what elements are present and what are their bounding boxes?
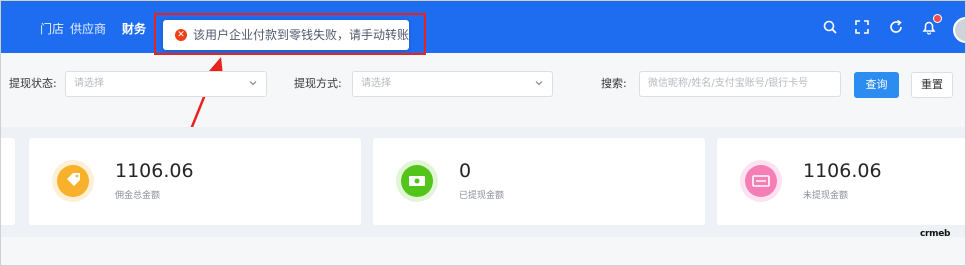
stats-band: 1106.06 佣金总金额 0 已提现金额 1106.06 未提现金额 <box>1 127 965 237</box>
stat-value-total: 1106.06 <box>115 160 194 182</box>
stat-label-withdrawn: 已提现金额 <box>459 191 505 201</box>
method-select[interactable]: 请选择 <box>352 71 553 97</box>
status-placeholder: 请选择 <box>74 78 104 89</box>
search-icon[interactable] <box>820 17 840 37</box>
top-navbar: 门店 供应商 财务 <box>1 1 965 53</box>
chevron-down-icon <box>249 81 257 86</box>
stat-card-total: 1106.06 佣金总金额 <box>29 138 361 225</box>
reset-button[interactable]: 重置 <box>911 72 953 98</box>
query-button[interactable]: 查询 <box>854 72 899 98</box>
page: 门店 供应商 财务 ✕ 该用户企业付款到零钱失败，请手动转账 提现状态: 请选择… <box>0 0 966 266</box>
search-label: 搜索: <box>601 77 627 90</box>
filter-bar: 提现状态: 请选择 提现方式: 请选择 搜索: 微信昵称/姓名/支付宝账号/银行… <box>1 71 965 111</box>
stat-card-unwithdrawn: 1106.06 未提现金额 <box>717 138 965 225</box>
stat-label-unwithdrawn: 未提现金额 <box>803 191 849 201</box>
refresh-icon[interactable] <box>886 17 906 37</box>
stat-card-withdrawn: 0 已提现金额 <box>373 138 705 225</box>
chevron-down-icon <box>535 81 543 86</box>
fullscreen-icon[interactable] <box>852 17 872 37</box>
wallet-icon <box>740 160 782 202</box>
stat-label-total: 佣金总金额 <box>115 191 161 201</box>
nav-item-finance[interactable]: 财务 <box>122 1 146 53</box>
stat-card-partial <box>1 138 15 225</box>
avatar[interactable] <box>953 17 965 43</box>
notification-badge <box>933 14 942 23</box>
tag-icon <box>52 160 94 202</box>
status-label: 提现状态: <box>9 77 57 90</box>
search-placeholder: 微信昵称/姓名/支付宝账号/银行卡号 <box>648 78 809 89</box>
status-select[interactable]: 请选择 <box>65 71 267 97</box>
nav-item-store[interactable]: 门店 <box>40 1 64 53</box>
nav-item-supplier[interactable]: 供应商 <box>70 1 106 53</box>
money-icon <box>396 160 438 202</box>
search-input[interactable]: 微信昵称/姓名/支付宝账号/银行卡号 <box>639 71 841 97</box>
method-placeholder: 请选择 <box>361 78 391 89</box>
annotation-highlight-box <box>154 13 426 55</box>
stat-value-unwithdrawn: 1106.06 <box>803 160 882 182</box>
stat-value-withdrawn: 0 <box>459 160 472 182</box>
method-label: 提现方式: <box>294 77 342 90</box>
crmeb-watermark: crmeb <box>920 229 951 239</box>
